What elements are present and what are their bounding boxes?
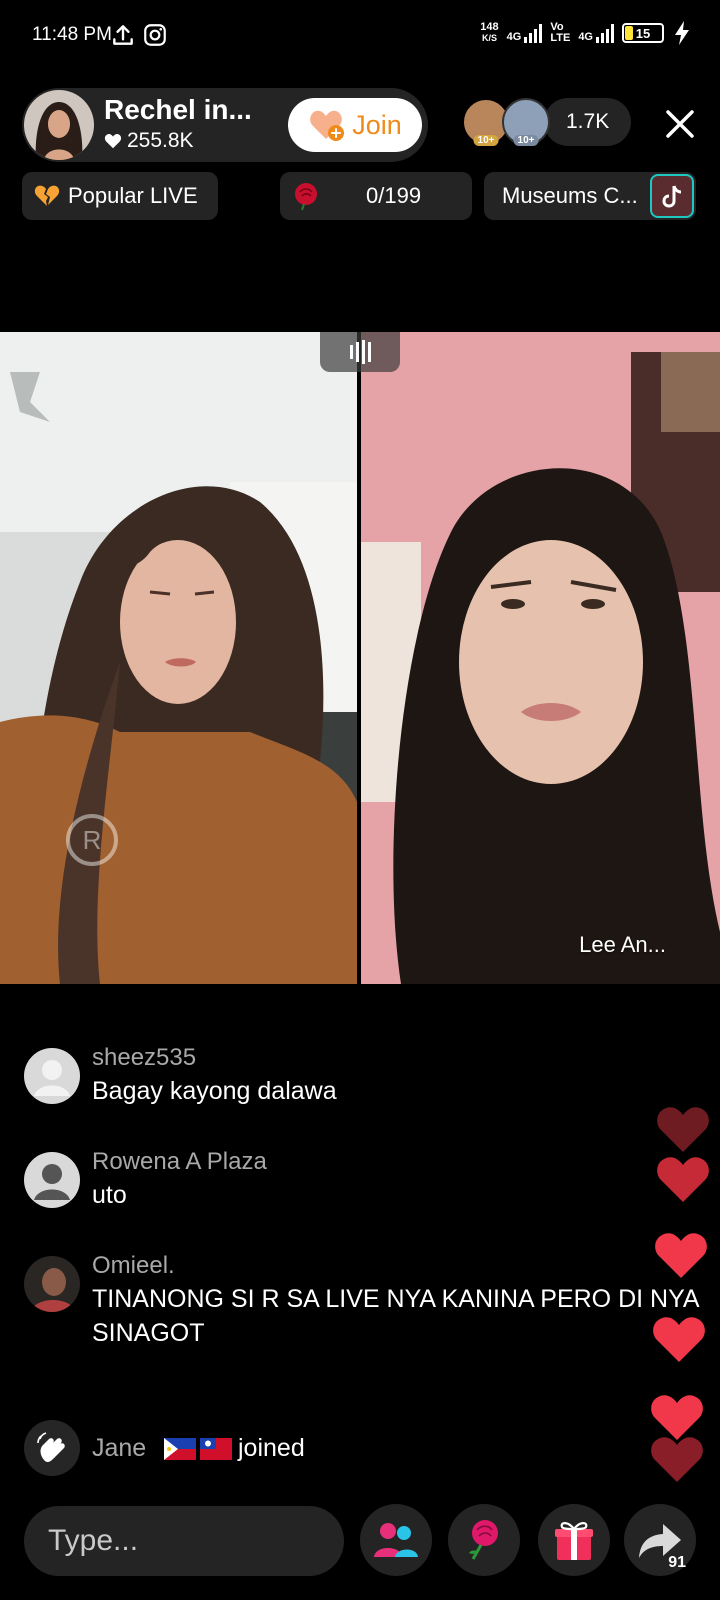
user-photo-avatar (24, 1256, 80, 1312)
signal-1: 4G (507, 23, 543, 43)
net-speed-value: 148 (480, 21, 499, 33)
viewer-count[interactable]: 1.7K (544, 98, 632, 146)
gift-icon (555, 1522, 593, 1560)
split-handle[interactable] (320, 332, 400, 372)
viewer-badge: 10+ (513, 135, 539, 146)
share-button[interactable]: 91 (624, 1504, 696, 1576)
floating-heart-icon (653, 1317, 705, 1362)
museum-thumbnail[interactable] (650, 174, 694, 218)
comment-input[interactable]: Type... (24, 1506, 344, 1576)
battery-icon: 15 (622, 23, 664, 43)
rose-goal-count: 0/199 (366, 183, 422, 208)
comment-avatar[interactable] (24, 1048, 80, 1104)
comment-username[interactable]: Rowena A Plaza (92, 1148, 267, 1176)
instagram-icon (144, 24, 166, 46)
comment-text: Bagay kayong dalawa (92, 1077, 337, 1105)
floating-heart-icon (651, 1437, 703, 1482)
comment-username[interactable]: sheez535 (92, 1044, 196, 1072)
default-avatar-icon (24, 1152, 80, 1208)
multi-guest-button[interactable] (360, 1504, 432, 1576)
joined-username[interactable]: Jane (92, 1434, 146, 1463)
comment-text: uto (92, 1181, 127, 1209)
network-speed: 148 K/S (480, 22, 498, 44)
comment-text: TINANONG SI R SA LIVE NYA KANINA PERO DI… (92, 1285, 699, 1347)
wave-icon (24, 1420, 80, 1476)
join-button[interactable]: Join (288, 98, 422, 152)
comment-username[interactable]: Omieel. (92, 1252, 175, 1280)
rose-icon (295, 183, 317, 211)
rose-icon (469, 1520, 498, 1560)
svg-text:R: R (83, 825, 102, 855)
net-speed-unit: K/S (481, 33, 497, 43)
signal-2: 4G (578, 23, 614, 43)
volte-bottom: LTE (550, 32, 571, 44)
tiktok-icon (662, 185, 682, 208)
viewer-badge: 10+ (473, 135, 499, 146)
people-icon (374, 1523, 418, 1557)
viewer-avatar[interactable]: 10+ (502, 98, 550, 146)
host-likes-count: 255.8K (127, 129, 194, 152)
comment-avatar[interactable] (24, 1256, 80, 1312)
host-likes: 255.8K (104, 129, 194, 153)
joined-text: joined (238, 1434, 305, 1462)
join-heart-icon (310, 110, 345, 141)
network-label-1: 4G (506, 31, 522, 43)
status-time: 11:48 PM (32, 24, 112, 45)
top-viewers[interactable]: 10+ 10+ 1.7K (462, 98, 632, 146)
live-video[interactable]: R Lee An... (0, 332, 720, 984)
comment-avatar[interactable] (24, 1152, 80, 1208)
floating-heart-icon (655, 1233, 707, 1278)
host-video[interactable]: R (0, 332, 357, 984)
floating-heart-icon (657, 1157, 709, 1202)
rose-gift-button[interactable] (448, 1504, 520, 1576)
upload-icon (113, 25, 133, 45)
floating-heart-icon (657, 1107, 709, 1152)
volte-indicator: Vo LTE (550, 22, 570, 44)
signal-bars-icon (596, 23, 614, 43)
philippines-flag-icon (164, 1438, 196, 1460)
close-icon[interactable] (660, 104, 700, 144)
share-count: 91 (668, 1554, 686, 1571)
broken-heart-icon (34, 185, 60, 206)
join-label: Join (352, 109, 402, 140)
partner-name[interactable]: Lee An... (579, 932, 666, 958)
status-bar: 11:48 PM 148 K/S 4G Vo LTE 4G 15 (0, 0, 720, 72)
partner-video[interactable]: Lee An... (361, 332, 720, 984)
heart-icon (104, 134, 122, 149)
museum-pill[interactable]: Museums C... (484, 172, 696, 220)
popular-live-pill[interactable]: Popular LIVE (22, 172, 218, 220)
host-video-frame: R (0, 332, 357, 984)
host-name[interactable]: Rechel in... (104, 94, 252, 126)
default-avatar-icon (24, 1048, 80, 1104)
taiwan-flag-icon (200, 1438, 232, 1460)
popular-live-label: Popular LIVE (68, 183, 198, 208)
charging-bolt-icon (675, 21, 689, 45)
rose-goal-pill[interactable]: 0/199 (280, 172, 472, 220)
signal-bars-icon (524, 23, 543, 43)
network-label-2: 4G (578, 31, 593, 43)
host-card[interactable]: Rechel in... 255.8K Join (22, 88, 428, 162)
partner-video-frame (361, 332, 720, 984)
joined-notification: Jane joined (24, 1420, 424, 1476)
museum-label: Museums C... (502, 183, 638, 208)
gift-button[interactable] (538, 1504, 610, 1576)
host-avatar[interactable] (24, 90, 94, 160)
battery-level: 15 (635, 25, 651, 41)
